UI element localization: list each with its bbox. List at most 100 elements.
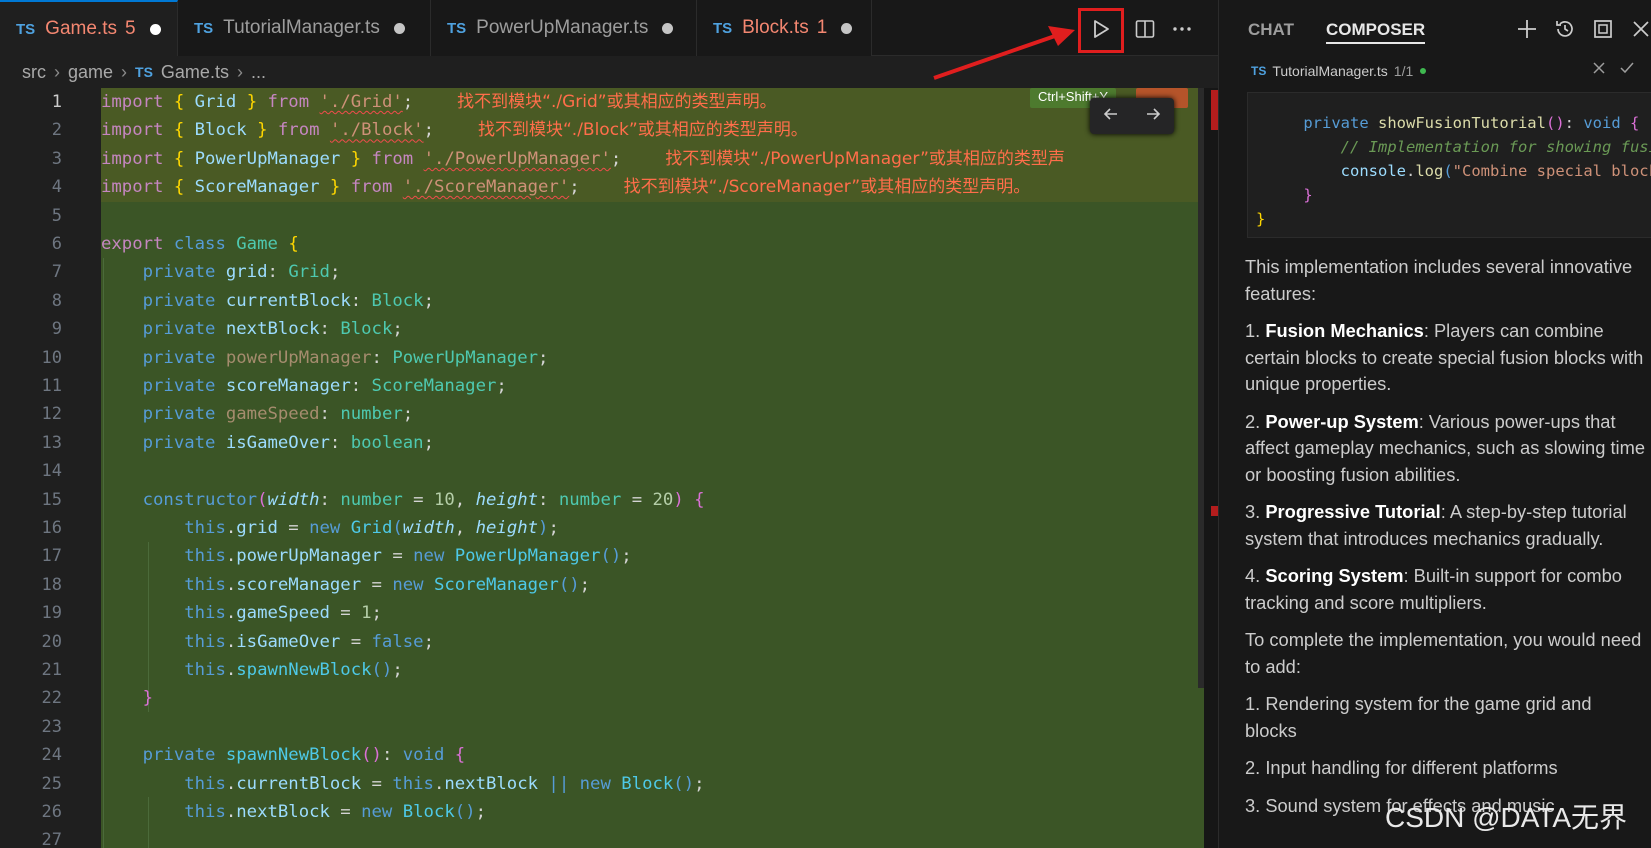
watermark: CSDN @DATA无界 <box>1385 802 1628 833</box>
code-line: import { ScoreManager } from './ScoreMan… <box>101 173 1204 202</box>
breadcrumb-src[interactable]: src <box>22 62 46 83</box>
code-line: private grid: Grid; <box>142 262 341 283</box>
typescript-icon: TS <box>194 19 214 37</box>
unsaved-dot-icon[interactable] <box>393 22 405 34</box>
todo-item: 1. Rendering system for the game grid an… <box>1245 693 1592 741</box>
line-number: 15 <box>41 489 62 510</box>
code-line: import { Block } from './Block'; 找不到模块“./… <box>101 116 1204 145</box>
close-icon[interactable] <box>1628 16 1651 42</box>
unsaved-dot-icon[interactable] <box>841 22 853 34</box>
assistant-message: This implementation includes several inn… <box>1245 254 1645 830</box>
line-number: 21 <box>41 660 62 680</box>
breadcrumb-file[interactable]: Game.ts <box>161 62 229 83</box>
diff-navigation-popup <box>1090 98 1174 134</box>
tab-powerupmanager-ts[interactable]: TS PowerUpManager.ts <box>431 0 697 56</box>
snippet-line: } <box>1303 186 1313 204</box>
inline-error-message: 找不到模块“./Grid”或其相应的类型声明。 <box>457 92 777 112</box>
feature-item: 4. Scoring System: Built-in support for … <box>1245 565 1622 613</box>
code-line: this.currentBlock = this.nextBlock || ne… <box>184 773 705 794</box>
snippet-line: console.log("Combine special blocks"); <box>1340 162 1651 180</box>
line-number: 8 <box>51 290 62 311</box>
line-number: 16 <box>41 518 62 538</box>
line-number: 2 <box>51 120 62 141</box>
line-number: 25 <box>41 773 62 794</box>
snippet-line: } <box>1256 210 1266 228</box>
history-icon[interactable] <box>1552 16 1578 42</box>
change-counter: 1/1 <box>1393 63 1414 79</box>
composer-panel: CHAT COMPOSER TS TutorialManager.ts 1/1 … <box>1218 0 1651 848</box>
tab-tutorialmanager-ts[interactable]: TS TutorialManager.ts <box>178 0 431 56</box>
arrow-left-icon[interactable] <box>1102 105 1120 128</box>
line-number: 20 <box>41 631 62 652</box>
vertical-scrollbar[interactable] <box>1204 88 1218 848</box>
tab-block-ts[interactable]: TS Block.ts 1 <box>697 0 872 56</box>
line-number: 13 <box>41 432 62 453</box>
plus-icon[interactable] <box>1514 16 1540 42</box>
snippet-line: private showFusionTutorial(): void { <box>1303 114 1640 132</box>
code-line: private gameSpeed: number; <box>142 404 414 425</box>
chevron-right-icon: › <box>121 61 128 82</box>
line-number: 27 <box>41 830 62 848</box>
line-number: 26 <box>41 802 62 822</box>
typescript-icon: TS <box>713 19 733 37</box>
tab-chat[interactable]: CHAT <box>1248 20 1294 40</box>
line-number: 4 <box>51 177 62 198</box>
unsaved-dot-icon[interactable] <box>149 23 161 35</box>
typescript-icon: TS <box>447 19 467 37</box>
split-editor-icon[interactable] <box>1126 10 1164 48</box>
breadcrumb-symbol[interactable]: ... <box>251 62 266 83</box>
feature-item: 3. Progressive Tutorial: A step-by-step … <box>1245 501 1627 549</box>
line-number: 22 <box>41 688 62 709</box>
close-icon[interactable] <box>1591 60 1607 79</box>
code-line: private scoreManager: ScoreManager; <box>142 376 507 396</box>
line-number: 5 <box>51 205 62 226</box>
annotation-arrow <box>933 26 1075 80</box>
code-line: private currentBlock: Block; <box>142 290 434 311</box>
unsaved-dot-icon[interactable] <box>662 22 674 34</box>
feature-item: 1. Fusion Mechanics: Players can combine… <box>1245 320 1644 394</box>
code-line: private nextBlock: Block; <box>142 319 403 340</box>
line-number: 24 <box>41 745 62 766</box>
code-block-file-name[interactable]: TutorialManager.ts <box>1272 63 1387 79</box>
status-dot-icon <box>1420 68 1427 74</box>
ellipsis-icon[interactable] <box>1163 10 1201 48</box>
snippet-line: // Implementation for showing fusion tut… <box>1340 138 1651 156</box>
error-marker <box>1211 506 1218 516</box>
code-line: private spawnNewBlock(): void { <box>142 745 466 766</box>
message-paragraph: This implementation includes several inn… <box>1245 256 1633 304</box>
typescript-icon: TS <box>135 64 153 80</box>
breadcrumb-game[interactable]: game <box>68 62 113 83</box>
line-number: 23 <box>41 716 62 737</box>
code-line: this.nextBlock = new Block(); <box>184 802 486 822</box>
code-line: this.gameSpeed = 1; <box>184 603 382 624</box>
code-editor[interactable]: 1 2 3 4 5 6 7 8 9 10 11 12 13 14 15 16 1… <box>0 88 1204 848</box>
code-line: export class Game { <box>101 234 299 254</box>
tab-label: PowerUpManager.ts <box>476 17 649 38</box>
code-line: this.spawnNewBlock(); <box>184 660 403 680</box>
maximize-icon[interactable] <box>1590 16 1616 42</box>
line-number: 6 <box>51 234 62 254</box>
inserted-code-highlight <box>101 88 1204 848</box>
code-snippet: private showFusionTutorial(): void { // … <box>1247 92 1651 238</box>
tab-game-ts[interactable]: TS Game.ts 5 <box>0 0 178 56</box>
line-number: 12 <box>41 404 62 425</box>
check-icon[interactable] <box>1619 60 1635 79</box>
line-number: 19 <box>41 603 62 624</box>
tab-label: TutorialManager.ts <box>223 17 380 38</box>
inline-error-message: 找不到模块“./ScoreManager”或其相应的类型声明。 <box>623 177 1031 198</box>
code-line: this.powerUpManager = new PowerUpManager… <box>184 546 632 567</box>
chevron-right-icon: › <box>236 61 243 82</box>
code-line: private isGameOver: boolean; <box>142 432 434 453</box>
line-number: 3 <box>51 148 62 169</box>
line-number: 10 <box>41 347 62 368</box>
tab-label: Block.ts <box>742 17 809 38</box>
chevron-right-icon: › <box>54 61 60 82</box>
tab-composer[interactable]: COMPOSER <box>1326 20 1426 44</box>
tab-label: Game.ts <box>45 18 117 39</box>
todo-item: 2. Input handling for different platform… <box>1245 757 1558 778</box>
message-paragraph: To complete the implementation, you woul… <box>1245 629 1642 677</box>
arrow-right-icon[interactable] <box>1144 105 1162 128</box>
error-marker <box>1211 90 1218 130</box>
code-line: } <box>142 688 154 709</box>
line-number: 11 <box>41 376 62 396</box>
